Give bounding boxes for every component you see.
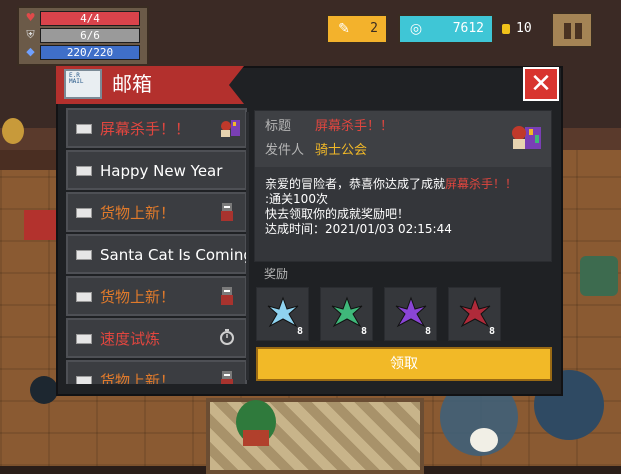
stopwatch-icon xyxy=(219,328,239,350)
rewards-label: 奖励 xyxy=(264,267,289,281)
armor-bar: 6/6 xyxy=(40,28,140,43)
envelope-icon xyxy=(76,292,92,302)
sender-avatar-icon xyxy=(512,126,541,149)
envelope-icon xyxy=(76,124,92,134)
mail-item-title: 货物上新！ xyxy=(100,288,176,306)
mail-body-line-2: :通关100次 xyxy=(265,192,328,206)
mail-detail-header: 标题 屏幕杀手！！ 发件人 骑士公会 xyxy=(255,111,551,167)
merchant-icon xyxy=(219,202,239,224)
materials-value: 2 xyxy=(370,21,378,36)
envelope-icon xyxy=(76,208,92,218)
mail-body-line-4: 达成时间：2021/01/03 02:15:44 xyxy=(265,222,452,236)
armor-text: 6/6 xyxy=(80,29,100,42)
reward-count: 8 xyxy=(360,326,367,337)
mail-item-title: 屏幕杀手！！ xyxy=(100,120,191,138)
feather-icon: ✎ xyxy=(338,21,350,37)
mail-list[interactable]: 屏幕杀手！！ Happy New Year 货物上新！ Santa Cat Is Co… xyxy=(66,108,247,384)
reward-count: 8 xyxy=(424,326,431,337)
mail-item-title: Santa Cat Is Coming xyxy=(100,246,247,264)
mail-list-item[interactable]: 货物上新！ xyxy=(66,192,247,232)
reward-slot[interactable]: 8 xyxy=(384,287,437,341)
reward-count: 8 xyxy=(296,326,303,337)
mail-item-title: 货物上新！ xyxy=(100,372,176,384)
envelope-icon xyxy=(76,376,92,384)
wreath-decoration xyxy=(2,118,24,144)
mail-list-item[interactable]: Santa Cat Is Coming xyxy=(66,234,247,274)
pet-egg xyxy=(470,428,498,452)
mail-list-scrollbar[interactable] xyxy=(246,112,249,380)
pause-button[interactable] xyxy=(551,12,593,48)
subject-value: 屏幕杀手！！ xyxy=(315,119,394,134)
shield-icon: ⛨ xyxy=(26,28,35,41)
counter-shelf xyxy=(0,150,56,170)
armor-row: ⛨ 6/6 xyxy=(22,28,142,43)
mail-detail: 标题 屏幕杀手！！ 发件人 骑士公会 亲爱的冒险者，恭喜你达成了成就屏幕杀手！！… xyxy=(254,110,552,262)
gold-value: 10 xyxy=(516,21,532,36)
mail-body-line-1: 亲爱的冒险者，恭喜你达成了成就屏幕杀手！！ xyxy=(265,177,517,192)
mail-body-text: 亲爱的冒险者，恭喜你达成了成就 xyxy=(265,177,446,191)
mail-list-item[interactable]: 速度试炼 xyxy=(66,318,247,358)
energy-row: ◆ 220/220 xyxy=(22,45,142,60)
mail-icon: E.R MAIL xyxy=(64,69,102,99)
reward-count: 8 xyxy=(488,326,495,337)
sender-value: 骑士公会 xyxy=(315,143,368,158)
coin-icon xyxy=(502,24,510,34)
mail-item-title: 货物上新！ xyxy=(100,204,176,222)
health-text: 4/4 xyxy=(80,12,100,25)
blue-crystal-icon xyxy=(267,296,299,328)
energy-text: 220/220 xyxy=(66,46,114,59)
mail-item-title: 速度试炼 xyxy=(100,330,161,348)
gift-box xyxy=(24,210,60,240)
elf-npc[interactable] xyxy=(580,256,618,296)
mail-icon-label: E.R MAIL xyxy=(69,72,84,85)
heart-icon: ♥ xyxy=(25,11,36,24)
player-stats-panel: ♥ 4/4 ⛨ 6/6 ◆ 220/220 xyxy=(17,6,149,66)
mail-body-line-3: 快去领取你的成就奖励吧！ xyxy=(265,207,410,221)
mail-list-item[interactable]: 屏幕杀手！！ xyxy=(66,108,247,148)
reward-slot[interactable]: 8 xyxy=(448,287,501,341)
merchant-icon xyxy=(219,370,239,384)
close-button[interactable]: ✕ xyxy=(523,67,559,101)
purple-crystal-icon xyxy=(395,296,427,328)
reward-slot[interactable]: 8 xyxy=(320,287,373,341)
mail-item-title: Happy New Year xyxy=(100,162,223,180)
mail-list-item[interactable]: 货物上新！ xyxy=(66,360,247,384)
green-crystal-icon xyxy=(331,296,363,328)
health-row: ♥ 4/4 xyxy=(22,11,142,26)
gem-icon: ◎ xyxy=(409,21,423,37)
gems-counter: ◎ 7612 xyxy=(398,14,494,44)
sender-label: 发件人 xyxy=(265,143,305,158)
envelope-icon xyxy=(76,334,92,344)
envelope-icon xyxy=(76,250,92,260)
barrel xyxy=(30,376,58,404)
envelope-icon xyxy=(76,166,92,176)
subject-label: 标题 xyxy=(265,119,292,134)
mail-list-item[interactable]: Happy New Year xyxy=(66,150,247,190)
plant-pot xyxy=(243,430,269,446)
achievement-name: 屏幕杀手！！ xyxy=(445,177,518,191)
health-bar: 4/4 xyxy=(40,11,140,26)
gems-value: 7612 xyxy=(452,21,484,36)
materials-counter: ✎ 2 xyxy=(326,14,388,44)
gem-icon: ◆ xyxy=(26,45,35,58)
merchant-icon xyxy=(219,286,239,308)
reward-slot[interactable]: 8 xyxy=(256,287,309,341)
mailbox-title: 邮箱 xyxy=(112,72,152,96)
mail-list-item[interactable]: 货物上新！ xyxy=(66,276,247,316)
red-crystal-icon xyxy=(459,296,491,328)
energy-bar: 220/220 xyxy=(40,45,140,60)
claim-button[interactable]: 领取 xyxy=(256,347,552,381)
achievement-icon xyxy=(219,118,240,140)
